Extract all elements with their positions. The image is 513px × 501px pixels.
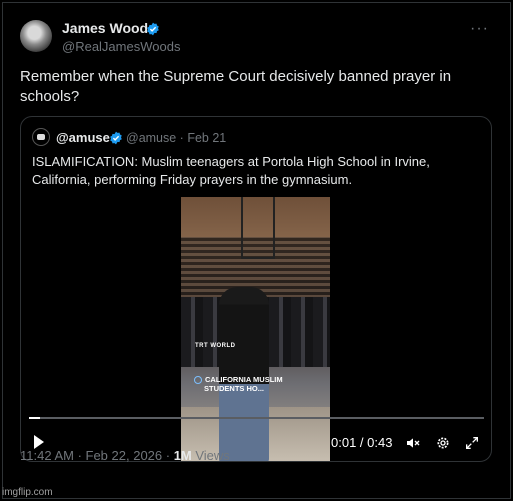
tweet-text: Remember when the Supreme Court decisive… (20, 68, 452, 105)
mute-icon[interactable] (405, 435, 421, 451)
quote-text: ISLAMIFICATION: Muslim teenagers at Port… (32, 154, 430, 187)
tweet-timestamp[interactable]: 11:42 AM · Feb 22, 2026 · (20, 448, 174, 463)
more-options-icon[interactable]: ··· (470, 20, 489, 38)
verified-badge-icon (147, 22, 159, 36)
avatar[interactable] (20, 20, 52, 52)
fullscreen-icon[interactable] (464, 435, 480, 451)
quote-author-name[interactable]: @amuse (56, 130, 110, 145)
quote-meta: @amuse · Feb 21 (126, 131, 227, 145)
author-handle[interactable]: @RealJamesWoods (62, 39, 180, 54)
video-progress-bar[interactable] (29, 417, 484, 419)
video-caption: CALIFORNIA MUSLIM STUDENTS HO... (194, 375, 314, 393)
caption-line-2: STUDENTS HO... (204, 384, 265, 394)
video-player[interactable]: TRT WORLD (181, 197, 330, 461)
caption-dot-icon (194, 376, 202, 385)
quoted-tweet[interactable]: @amuse @amuse · Feb 21 ISLAMIFICATION: M… (20, 116, 492, 462)
imgflip-watermark: imgflip.com (2, 487, 53, 498)
tweet-footer: 11:42 AM · Feb 22, 2026 · 1M Views (20, 448, 230, 463)
views-label: Views (191, 448, 230, 463)
views-count: 1M (173, 448, 192, 463)
video-hoop (241, 197, 275, 259)
caption-line-1: CALIFORNIA MUSLIM (205, 375, 283, 384)
video-watermark: TRT WORLD (195, 343, 236, 349)
author-name[interactable]: James Woods (62, 20, 156, 36)
verified-badge-icon (110, 131, 122, 145)
settings-icon[interactable] (435, 435, 451, 451)
quote-avatar[interactable] (32, 128, 50, 146)
video-progress-fill (29, 417, 41, 419)
play-icon[interactable] (34, 435, 44, 449)
video-time: 0:01 / 0:43 (331, 435, 393, 450)
